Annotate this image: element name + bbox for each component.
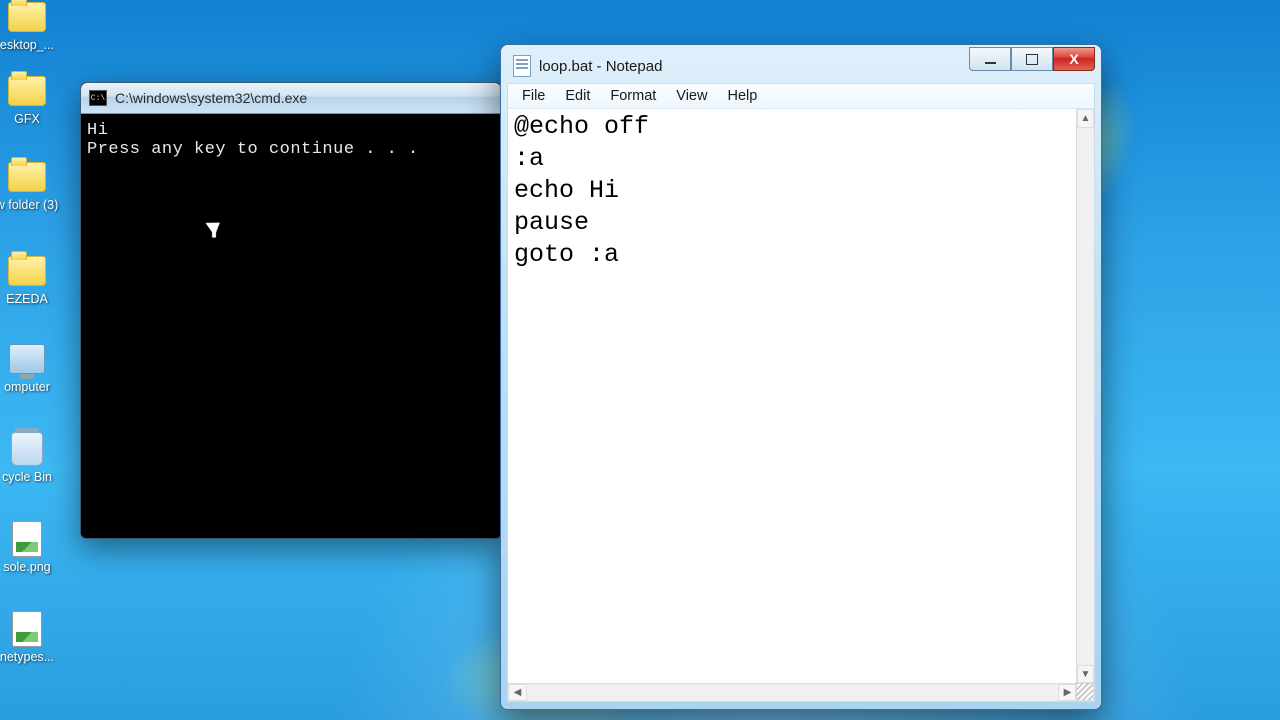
close-button[interactable]: X [1053, 47, 1095, 71]
icon-label: esktop_... [0, 38, 66, 52]
desktop-icon-netypes[interactable]: netypes... [0, 612, 66, 664]
notepad-window[interactable]: loop.bat - Notepad X File Edit Format Vi… [500, 44, 1102, 710]
icon-label: cycle Bin [0, 470, 66, 484]
desktop-icon-ezeda[interactable]: EZEDA [0, 254, 66, 306]
minimize-button[interactable] [969, 47, 1011, 71]
notepad-titlebar[interactable]: loop.bat - Notepad X [507, 51, 1095, 81]
cmd-icon: C:\ [89, 90, 107, 106]
cmd-window[interactable]: C:\ C:\windows\system32\cmd.exe Hi Press… [80, 82, 502, 539]
scroll-up-button[interactable]: ▲ [1077, 109, 1094, 128]
recycle-bin-icon [11, 432, 43, 466]
cmd-output[interactable]: Hi Press any key to continue . . . [85, 117, 497, 534]
desktop-icon-folder-1[interactable]: esktop_... [0, 0, 66, 52]
vertical-scrollbar[interactable]: ▲ ▼ [1076, 109, 1094, 684]
menu-view[interactable]: View [666, 86, 717, 106]
folder-icon [8, 162, 46, 192]
desktop-icon-recyclebin[interactable]: cycle Bin [0, 432, 66, 484]
folder-icon [8, 76, 46, 106]
notepad-title-text: loop.bat - Notepad [539, 58, 662, 75]
notepad-text-area[interactable]: @echo off :a echo Hi pause goto :a [514, 111, 1074, 681]
notepad-menubar: File Edit Format View Help [507, 83, 1095, 109]
menu-help[interactable]: Help [717, 86, 767, 106]
icon-label: EZEDA [0, 292, 66, 306]
desktop-icon-computer[interactable]: omputer [0, 342, 66, 394]
close-icon: X [1069, 51, 1078, 67]
cmd-titlebar[interactable]: C:\ C:\windows\system32\cmd.exe [81, 83, 501, 114]
notepad-icon [513, 55, 531, 77]
icon-label: netypes... [0, 650, 66, 664]
icon-label: sole.png [0, 560, 66, 574]
menu-file[interactable]: File [512, 86, 555, 106]
image-file-icon [12, 611, 42, 647]
image-file-icon [12, 521, 42, 557]
menu-edit[interactable]: Edit [555, 86, 600, 106]
cmd-title-text: C:\windows\system32\cmd.exe [115, 90, 307, 106]
menu-format[interactable]: Format [600, 86, 666, 106]
notepad-client-area: @echo off :a echo Hi pause goto :a ▲ ▼ ◀… [507, 109, 1095, 702]
computer-icon [9, 344, 45, 374]
scroll-left-button[interactable]: ◀ [508, 684, 527, 701]
desktop-icon-newfolder3[interactable]: w folder (3) [0, 160, 66, 212]
folder-icon [8, 256, 46, 286]
horizontal-scrollbar[interactable]: ◀ ▶ [508, 683, 1077, 701]
desktop-icon-solepng[interactable]: sole.png [0, 522, 66, 574]
desktop[interactable]: esktop_... GFX w folder (3) EZEDA ompute… [0, 0, 1280, 720]
maximize-icon [1026, 54, 1038, 65]
resize-grip[interactable] [1075, 682, 1094, 701]
icon-label: omputer [0, 380, 66, 394]
minimize-icon [985, 62, 996, 64]
icon-label: w folder (3) [0, 198, 66, 212]
folder-icon [8, 2, 46, 32]
desktop-icon-gfx[interactable]: GFX [0, 74, 66, 126]
maximize-button[interactable] [1011, 47, 1053, 71]
icon-label: GFX [0, 112, 66, 126]
